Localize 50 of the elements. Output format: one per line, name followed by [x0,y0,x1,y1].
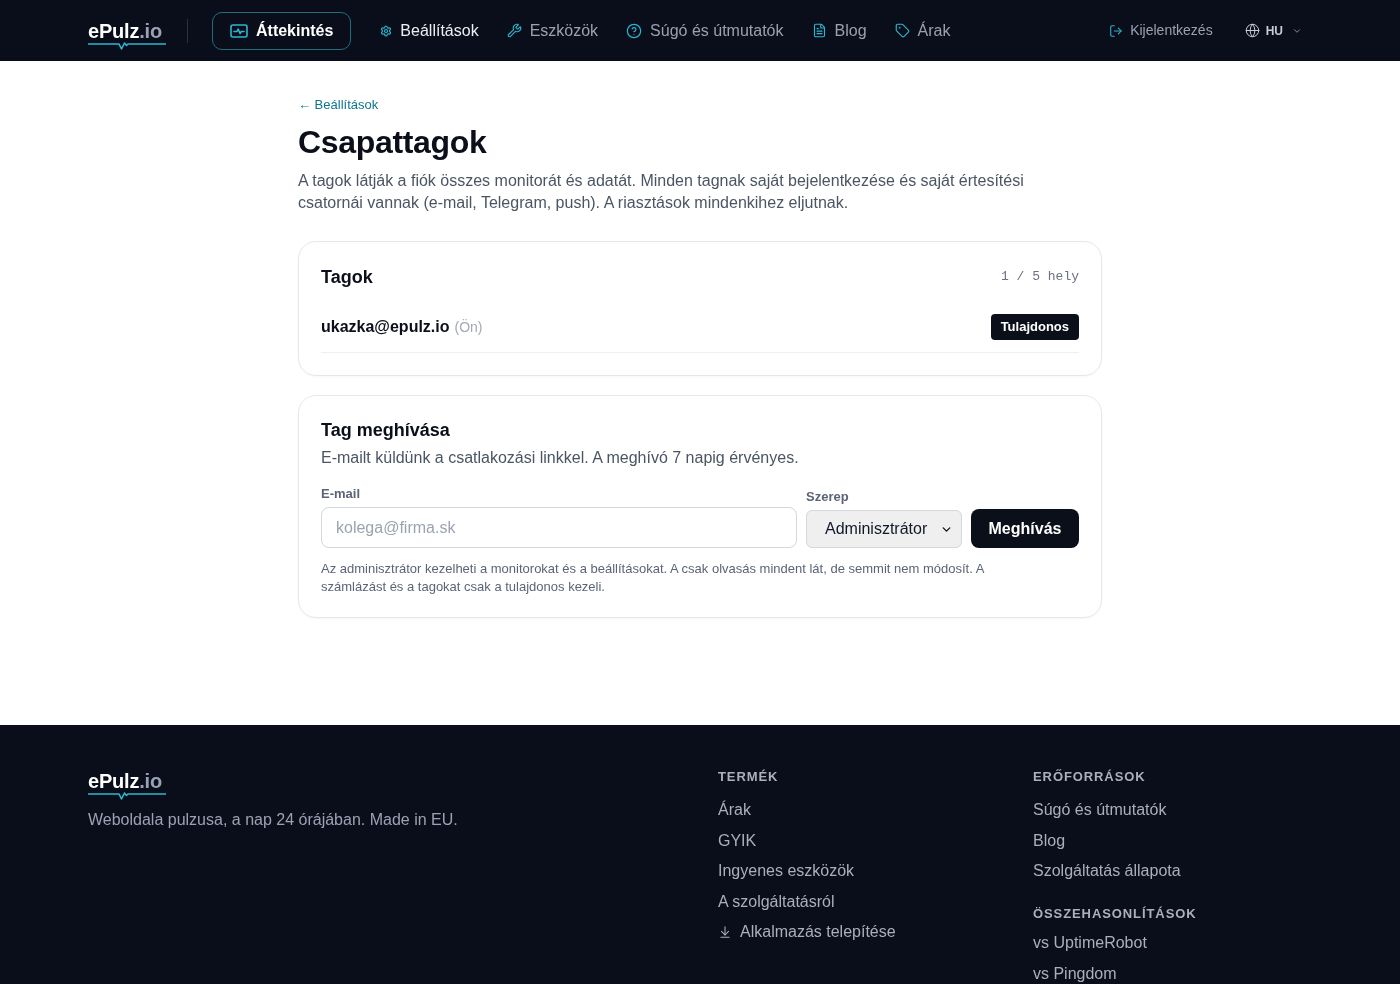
invite-button[interactable]: Meghívás [971,509,1079,548]
footer-link[interactable]: Árak [718,800,751,820]
footer-heading: ERŐFORRÁSOK [1033,768,1147,786]
pulse-line-icon [88,792,166,800]
footer-heading: TERMÉK [718,768,780,786]
page-title: Csapattagok [298,123,488,162]
download-icon [718,925,732,939]
footer-link[interactable]: GYIK [718,830,757,851]
footer-link[interactable]: Blog [1033,830,1066,851]
logout-link[interactable]: Kijelentkezés [1099,20,1223,41]
wrench-icon [506,23,522,38]
email-input[interactable]: kolega@firma.sk [321,507,797,548]
card-title: Tag meghívása [321,419,451,442]
footer-heading: ÖSSZEHASONLÍTÁSOK [1033,905,1198,923]
nav-link[interactable]: Eszközök [493,11,612,50]
role-badge: Tulajdonos [990,314,1079,340]
nav-link[interactable]: Beállítások [367,11,492,50]
monitor-pulse-icon [230,23,248,38]
footer-link[interactable]: Ingyenes eszközök [718,861,855,881]
field-label: E-mail [321,485,361,503]
footer-link[interactable]: Súgó és útmutatók [1033,800,1167,820]
logout-icon [1109,23,1124,38]
help-text: Az adminisztrátor kezelheti a monitorokat és a beállításokat. A csak olvasás mindent lát, de semmit nem módosít. A számlázást és a tagokat csak a tulajdonos kezeli. [321,560,986,596]
card-title: Tagok [321,266,373,289]
footer-link[interactable]: Alkalmazás telepítése [718,922,1001,942]
member-email: ukazka@epulz.io (Ön) [321,317,483,337]
footer-link[interactable]: vs Pingdom [1033,963,1117,984]
document-icon [811,23,827,38]
logo[interactable]: ePulz.io [88,20,166,50]
footer-tagline: Weboldala pulzusa, a nap 24 órájában. Made in EU. [88,810,459,830]
pulse-line-icon [88,42,166,50]
language-selector[interactable]: HU [1234,21,1312,40]
footer-link[interactable]: vs UptimeRobot [1033,933,1147,953]
footer-link[interactable]: Szolgáltatás állapota [1033,861,1181,881]
tag-icon [894,23,910,38]
page-description: A tagok látják a fiók összes monitorát és adatát. Minden tagnak saját bejelentkezése és saját értesítési csatornái vannak (e-mail, Telegram, push). A riasztások mindenkihez eljutnak. [298,171,1025,213]
footer-link[interactable]: A szolgáltatásról [718,891,835,912]
globe-icon [1244,23,1260,38]
nav-link[interactable]: Súgó és útmutatók [613,11,797,50]
logo[interactable]: ePulz.io [88,770,166,800]
field-label: Szerep [806,488,850,506]
card-description: E-mailt küldünk a csatlakozási linkkel. A meghívó 7 napig érvényes. [321,448,800,468]
nav-link[interactable]: Áttekintés [212,11,352,50]
help-icon [626,22,643,39]
gear-icon [380,24,393,37]
role-select[interactable]: Adminisztrátor [806,510,962,548]
seat-count: 1 / 5 hely [1001,268,1079,287]
nav-link[interactable]: Árak [881,11,964,50]
back-link[interactable]: ← Beállítások [298,96,379,114]
nav-link[interactable]: Blog [798,11,880,50]
